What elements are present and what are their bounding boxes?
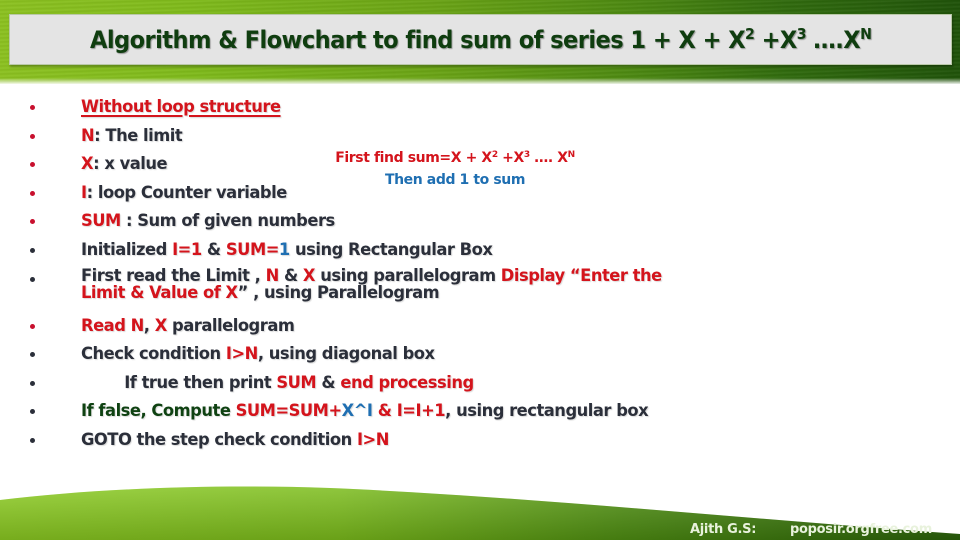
list-item: If false, Compute SUM=SUM+X^I & I=I+1, u… [30, 400, 686, 429]
section-heading: Without loop structure [81, 97, 281, 117]
text: GOTO the step check condition [81, 429, 357, 450]
list-item: GOTO the step check condition I>N [30, 429, 686, 458]
list-item-text: First read the Limit , N & X using paral… [81, 265, 662, 303]
list-item-text: Read N, X parallelogram [81, 315, 295, 337]
highlight: I=1 [172, 239, 202, 260]
text: & [201, 239, 226, 260]
bullet-icon [30, 409, 35, 415]
var-name: SUM [81, 211, 121, 232]
list-item: Without loop structure [30, 96, 686, 125]
bullet-icon [30, 276, 35, 282]
list-item: Initialized I=1 & SUM=1 using Rectangula… [30, 239, 686, 268]
bullet-icon [30, 190, 35, 196]
list-item: SUM : Sum of given numbers [30, 210, 686, 239]
text: , [143, 315, 155, 336]
var-name: N [81, 125, 95, 146]
footer-site-link[interactable]: poposir.orgfree.com [790, 522, 932, 537]
title-text: Algorithm & Flowchart to find sum of ser… [89, 25, 746, 54]
var-desc: : loop Counter variable [86, 182, 288, 203]
note-text: First find sum=X + X [335, 150, 492, 166]
highlight-green: If false, Compute [81, 401, 236, 422]
text: using Rectangular Box [289, 239, 493, 260]
note-text: …. X [529, 150, 568, 166]
page-title: Algorithm & Flowchart to find sum of ser… [89, 24, 872, 54]
title-superscript-n: N [859, 24, 872, 43]
title-text-end: ….X [805, 25, 860, 54]
text: ” , using Parallelogram [237, 282, 440, 303]
list-item-text: GOTO the step check condition I>N [81, 429, 389, 451]
list-item-text: I: loop Counter variable [81, 182, 287, 204]
var-name: X [81, 154, 94, 175]
title-superscript-3: 3 [796, 24, 807, 43]
list-item: If true then print SUM & end processing [30, 372, 686, 401]
text: , using rectangular box [445, 401, 649, 422]
highlight: X [154, 315, 168, 336]
highlight: end processing [340, 372, 474, 393]
bullet-icon [30, 437, 35, 443]
note-line-2: Then add 1 to sum [384, 172, 526, 188]
note-text: +X [497, 150, 524, 166]
text: parallelogram [166, 315, 295, 336]
bullet-icon [30, 247, 35, 253]
bullet-icon [30, 219, 35, 225]
highlight-blue: X^I [341, 401, 373, 422]
bullet-icon [30, 380, 35, 386]
text: Check condition [81, 344, 226, 365]
note-sup: N [567, 150, 576, 160]
text: & [316, 372, 341, 393]
list-item: First read the Limit , N & X using paral… [30, 265, 686, 315]
footer-author: Ajith G.S: [690, 522, 757, 537]
bullet-icon [30, 352, 35, 358]
highlight: SUM=SUM+ [235, 401, 342, 422]
highlight: & I=I+1 [372, 401, 446, 422]
list-item-text: If true then print SUM & end processing [81, 372, 474, 394]
list-item-text: If false, Compute SUM=SUM+X^I & I=I+1, u… [81, 400, 649, 422]
title-box: Algorithm & Flowchart to find sum of ser… [9, 14, 952, 65]
side-note: First find sum=X + X2 +X3 …. XN Then add… [320, 147, 590, 191]
highlight-blue: 1 [278, 239, 290, 260]
var-desc: : The limit [94, 125, 183, 146]
text: , using diagonal box [257, 344, 435, 365]
title-superscript-2: 2 [744, 24, 755, 43]
note-line-1: First find sum=X + X2 +X3 …. XN [320, 147, 590, 169]
bullet-icon [30, 323, 35, 329]
highlight: Display “Enter the [500, 265, 662, 286]
highlight: I>N [356, 429, 389, 450]
bullet-icon [30, 105, 35, 110]
list-item-text: Check condition I>N, using diagonal box [81, 343, 435, 365]
var-desc: : Sum of given numbers [120, 211, 335, 232]
highlight: Limit & Value of X [81, 282, 238, 303]
highlight: SUM [276, 372, 317, 393]
list-item-text: Initialized I=1 & SUM=1 using Rectangula… [81, 239, 493, 261]
bullet-icon [30, 133, 35, 139]
title-text-mid: +X [754, 25, 797, 54]
list-item-text: SUM : Sum of given numbers [81, 210, 335, 232]
var-desc: : x value [93, 154, 168, 175]
list-item-text: X: x value [81, 153, 168, 175]
list-item-text: Without loop structure [81, 96, 281, 118]
text: If true then print [124, 372, 277, 393]
text: Initialized [81, 239, 173, 260]
highlight: SUM= [225, 239, 279, 260]
highlight: I>N [225, 344, 258, 365]
list-item: Check condition I>N, using diagonal box [30, 343, 686, 372]
list-item-text: N: The limit [81, 125, 183, 147]
bullet-icon [30, 162, 35, 168]
highlight: Read N [81, 315, 144, 336]
list-item: Read N, X parallelogram [30, 315, 686, 344]
